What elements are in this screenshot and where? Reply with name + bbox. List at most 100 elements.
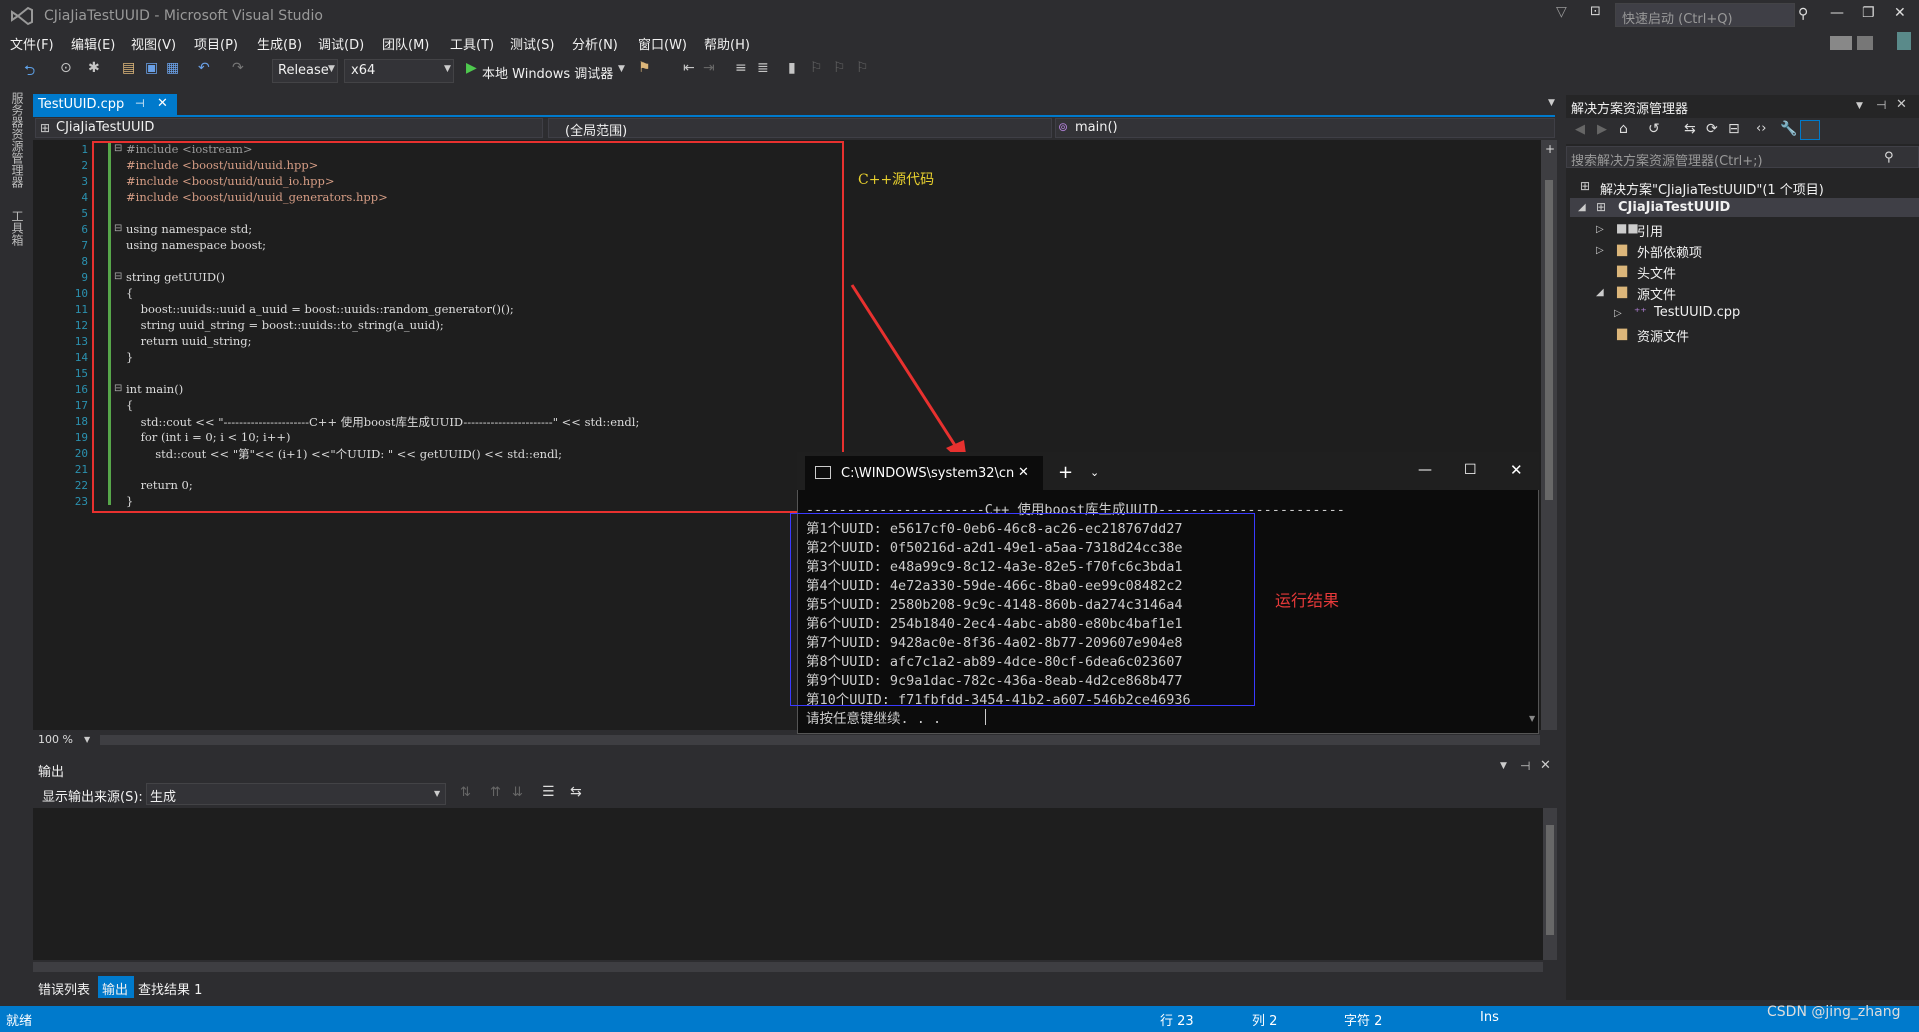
- search-icon[interactable]: ⚲: [1884, 150, 1894, 165]
- open-file-icon[interactable]: ▤: [122, 60, 135, 76]
- undo-icon[interactable]: ↶: [198, 60, 210, 76]
- menu-file[interactable]: 文件(F): [10, 34, 54, 53]
- comment-icon[interactable]: ≡: [735, 60, 747, 76]
- tab-output[interactable]: 输出: [102, 979, 128, 998]
- pin-icon[interactable]: ⊣: [1876, 98, 1886, 112]
- chevron-down-icon[interactable]: ⌄: [1090, 466, 1099, 479]
- collapse-triangle-icon[interactable]: ▷: [1596, 224, 1604, 235]
- console-maximize-button[interactable]: ☐: [1464, 462, 1477, 478]
- save-icon[interactable]: ▣: [145, 60, 158, 76]
- play-icon[interactable]: ▶: [466, 60, 477, 76]
- minimize-button[interactable]: —: [1830, 5, 1844, 21]
- pin-icon[interactable]: ⊣: [135, 97, 145, 110]
- forward-icon[interactable]: ▶: [1597, 122, 1607, 137]
- menu-team[interactable]: 团队(M): [382, 34, 429, 53]
- close-icon[interactable]: ✕: [1540, 758, 1551, 773]
- menu-test[interactable]: 测试(S): [510, 34, 554, 53]
- output-horizontal-scrollbar[interactable]: [33, 962, 1543, 972]
- editor-horizontal-scrollbar[interactable]: [100, 735, 1540, 745]
- preview-toggle-icon[interactable]: [1800, 120, 1820, 140]
- next-message-icon[interactable]: ⇊: [512, 785, 523, 800]
- refresh-icon[interactable]: ⟳: [1706, 121, 1718, 137]
- tree-resource-files[interactable]: 资源文件: [1637, 326, 1689, 345]
- tree-source-files[interactable]: 源文件: [1637, 284, 1676, 303]
- menu-build[interactable]: 生成(B): [257, 34, 302, 53]
- menu-analyze[interactable]: 分析(N): [572, 34, 618, 53]
- close-tab-icon[interactable]: ✕: [1018, 465, 1029, 480]
- editor-scroll-thumb[interactable]: [1545, 180, 1553, 500]
- sync-icon[interactable]: ⇆: [1684, 121, 1696, 137]
- close-button[interactable]: ✕: [1894, 5, 1906, 21]
- view-code-icon[interactable]: ‹›: [1756, 121, 1766, 136]
- back-icon[interactable]: ◀: [1575, 122, 1585, 137]
- output-text-area[interactable]: [33, 808, 1543, 960]
- collapse-all-icon[interactable]: ⊟: [1728, 121, 1740, 137]
- output-scroll-thumb[interactable]: [1546, 825, 1554, 935]
- menu-debug[interactable]: 调试(D): [318, 34, 364, 53]
- back-icon[interactable]: ⮌: [24, 60, 35, 84]
- console-close-button[interactable]: ✕: [1510, 461, 1523, 479]
- uncomment-icon[interactable]: ≣: [757, 60, 769, 76]
- tree-project[interactable]: CJiaJiaTestUUID: [1618, 200, 1730, 215]
- menu-tools[interactable]: 工具(T): [450, 34, 494, 53]
- references-icon: ■■: [1616, 221, 1639, 235]
- step-over-icon[interactable]: ⇥: [703, 60, 715, 76]
- split-icon[interactable]: +: [1545, 142, 1555, 156]
- step-icon[interactable]: ⇤: [683, 60, 695, 76]
- filter-icon[interactable]: ▽: [1556, 4, 1567, 20]
- tab-list-icon[interactable]: ▼: [1548, 98, 1555, 108]
- output-source-select[interactable]: [146, 783, 446, 805]
- zoom-level[interactable]: 100 %: [38, 733, 73, 746]
- server-explorer-tab[interactable]: 服务器资源管理器: [9, 92, 26, 188]
- collapse-triangle-icon[interactable]: ▷: [1596, 245, 1604, 256]
- pin-icon[interactable]: ⊣: [1520, 759, 1530, 773]
- search-icon[interactable]: ⚲: [1798, 6, 1808, 22]
- close-tab-icon[interactable]: ✕: [157, 96, 168, 111]
- new-tab-icon[interactable]: +: [1058, 462, 1073, 483]
- prev-message-icon[interactable]: ⇈: [490, 785, 501, 800]
- redo-icon[interactable]: ↷: [232, 60, 244, 76]
- tab-find-results[interactable]: 查找结果 1: [138, 979, 202, 998]
- expand-triangle-icon[interactable]: ◢: [1596, 287, 1604, 298]
- word-wrap-icon[interactable]: ⇆: [570, 784, 582, 800]
- tree-external-deps[interactable]: 外部依赖项: [1637, 242, 1702, 261]
- tree-header-files[interactable]: 头文件: [1637, 263, 1676, 282]
- attach-icon[interactable]: ⚑: [638, 60, 651, 76]
- menu-view[interactable]: 视图(V): [131, 34, 176, 53]
- history-icon[interactable]: ↺: [1648, 121, 1660, 137]
- toolbox-tab[interactable]: 工具箱: [9, 210, 26, 246]
- clear-all-icon[interactable]: ☰: [542, 784, 555, 800]
- close-icon[interactable]: ✕: [1896, 97, 1907, 112]
- menu-help[interactable]: 帮助(H): [704, 34, 750, 53]
- restore-button[interactable]: ❐: [1862, 5, 1875, 21]
- member-select[interactable]: [1055, 118, 1555, 138]
- save-all-icon[interactable]: ▦: [166, 60, 179, 76]
- menu-edit[interactable]: 编辑(E): [71, 34, 115, 53]
- menu-project[interactable]: 项目(P): [194, 34, 238, 53]
- new-project-icon[interactable]: ✱: [88, 60, 100, 76]
- console-scrollbar[interactable]: [1527, 500, 1537, 724]
- chevron-down-icon[interactable]: ▼: [1856, 101, 1863, 111]
- find-message-icon[interactable]: ⇅: [460, 785, 471, 800]
- feedback-icon[interactable]: ⊡: [1590, 4, 1601, 19]
- home-icon[interactable]: ⌂: [1619, 121, 1628, 137]
- tab-error-list[interactable]: 错误列表: [38, 979, 90, 998]
- console-minimize-button[interactable]: —: [1418, 462, 1432, 478]
- properties-icon[interactable]: 🔧: [1780, 121, 1797, 137]
- expand-triangle-icon[interactable]: ◢: [1578, 202, 1586, 213]
- bookmark-icon[interactable]: ▮: [788, 60, 796, 76]
- prev-bookmark-icon[interactable]: ⚐: [810, 60, 823, 76]
- clear-bookmark-icon[interactable]: ⚐: [856, 60, 869, 76]
- tree-testuuid-cpp[interactable]: TestUUID.cpp: [1654, 305, 1740, 320]
- start-debugging-button[interactable]: 本地 Windows 调试器: [482, 63, 613, 82]
- chevron-down-icon[interactable]: ▼: [618, 64, 625, 74]
- tree-solution-root[interactable]: 解决方案"CJiaJiaTestUUID"(1 个项目): [1600, 179, 1824, 198]
- chevron-down-icon[interactable]: ▼: [84, 735, 90, 744]
- collapse-triangle-icon[interactable]: ▷: [1614, 308, 1622, 319]
- forward-icon[interactable]: ⊙: [60, 60, 72, 76]
- chevron-down-icon[interactable]: ▼: [1500, 761, 1507, 771]
- chevron-down-icon[interactable]: ▼: [1529, 714, 1535, 723]
- menu-window[interactable]: 窗口(W): [638, 34, 687, 53]
- next-bookmark-icon[interactable]: ⚐: [833, 60, 846, 76]
- tree-references[interactable]: 引用: [1637, 221, 1663, 240]
